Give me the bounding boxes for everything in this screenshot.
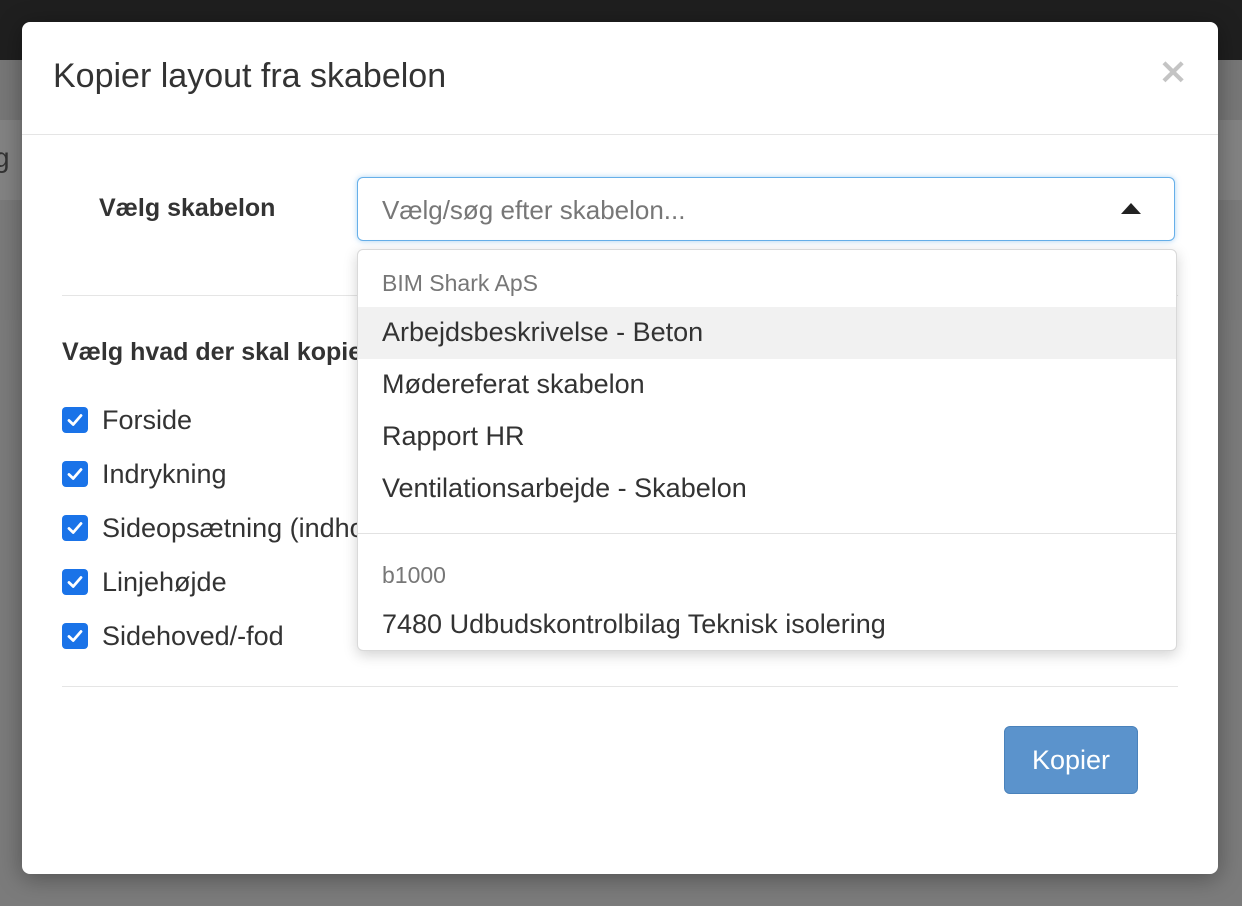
template-dropdown: BIM Shark ApS Arbejdsbeskrivelse - Beton…: [357, 249, 1177, 651]
close-button[interactable]: ×: [1158, 52, 1188, 92]
dropdown-option-rapport-hr[interactable]: Rapport HR: [358, 411, 1176, 463]
checkbox-checked[interactable]: [62, 569, 88, 595]
dropdown-option-label: Arbejdsbeskrivelse - Beton: [382, 317, 704, 347]
dropdown-option-label: Ventilationsarbejde - Skabelon: [382, 473, 747, 503]
checkbox-checked[interactable]: [62, 515, 88, 541]
background-text: g: [0, 142, 10, 173]
option-label: Sidehoved/-fod: [102, 620, 284, 651]
option-linjehojde[interactable]: Linjehøjde: [62, 564, 227, 600]
template-select-placeholder: Vælg/søg efter skabelon...: [382, 195, 686, 225]
option-forside[interactable]: Forside: [62, 402, 192, 438]
checkbox-checked[interactable]: [62, 623, 88, 649]
divider: [62, 686, 1178, 687]
checkmark-icon: [67, 522, 83, 534]
group-label-b1000: b1000: [382, 562, 446, 588]
checkmark-icon: [67, 576, 83, 588]
option-label: Linjehøjde: [102, 566, 227, 597]
dropdown-option-label: Mødereferat skabelon: [382, 369, 645, 399]
template-select[interactable]: Vælg/søg efter skabelon...: [357, 177, 1175, 241]
option-sidehoved-fod[interactable]: Sidehoved/-fod: [62, 618, 284, 654]
option-label: Sideopsætning (indhold): [102, 512, 395, 543]
copy-options-title: Vælg hvad der skal kopieres: [62, 338, 400, 366]
template-select-label: Vælg skabelon: [99, 194, 276, 222]
caret-up-icon[interactable]: [1121, 203, 1141, 214]
option-indrykning[interactable]: Indrykning: [62, 456, 227, 492]
dropdown-option-7480[interactable]: 7480 Udbudskontrolbilag Teknisk isolerin…: [358, 599, 1176, 650]
checkmark-icon: [67, 468, 83, 480]
dropdown-option-ventilationsarbejde[interactable]: Ventilationsarbejde - Skabelon: [358, 463, 1176, 515]
checkbox-checked[interactable]: [62, 407, 88, 433]
checkbox-checked[interactable]: [62, 461, 88, 487]
group-label-bim-shark: BIM Shark ApS: [382, 270, 538, 296]
dropdown-option-label: 7480 Udbudskontrolbilag Teknisk isolerin…: [382, 609, 886, 639]
checkmark-icon: [67, 414, 83, 426]
dropdown-option-arbejdsbeskrivelse[interactable]: Arbejdsbeskrivelse - Beton: [358, 307, 1176, 359]
copy-button[interactable]: Kopier: [1004, 726, 1138, 794]
dropdown-option-modereferat[interactable]: Mødereferat skabelon: [358, 359, 1176, 411]
modal-title: Kopier layout fra skabelon: [53, 57, 447, 95]
modal-header: Kopier layout fra skabelon ×: [22, 22, 1218, 135]
dropdown-divider: [358, 533, 1176, 534]
checkmark-icon: [67, 630, 83, 642]
option-label: Forside: [102, 404, 193, 435]
option-sideopsaetning[interactable]: Sideopsætning (indhold): [62, 510, 395, 546]
dropdown-option-label: Rapport HR: [382, 421, 525, 451]
option-label: Indrykning: [102, 458, 227, 489]
